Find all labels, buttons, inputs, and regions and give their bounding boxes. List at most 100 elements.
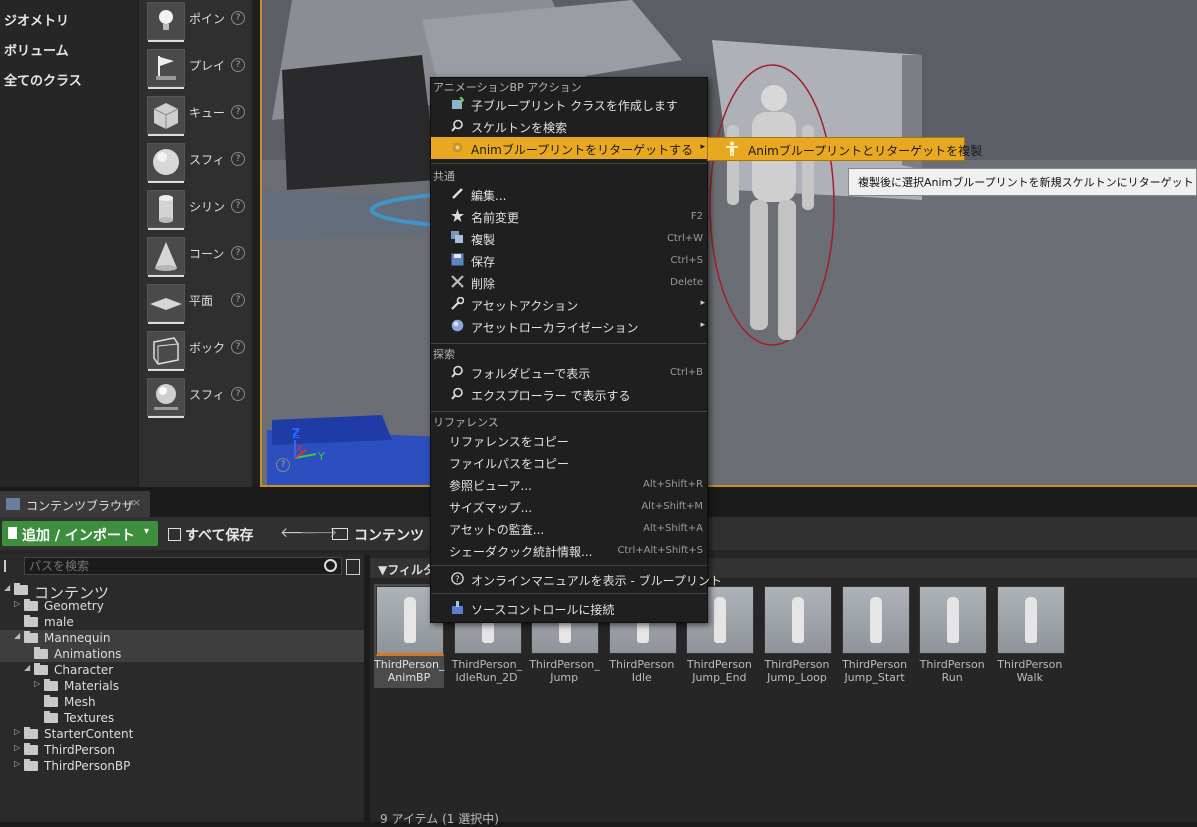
asset-name-line1: ThirdPerson — [919, 658, 985, 671]
path-breadcrumb[interactable]: コンテンツ — [332, 525, 424, 545]
filter-sources-icon[interactable] — [4, 560, 20, 572]
help-icon[interactable]: ? — [231, 293, 245, 307]
place-item-label: シリン — [189, 200, 226, 214]
menu-item-label: リファレンスをコピー — [449, 435, 569, 449]
menu-item-show-in-folder-view[interactable]: フォルダビューで表示 Ctrl+B — [431, 361, 707, 383]
asset-name-line2: Jump_Loop — [767, 671, 827, 684]
help-icon[interactable]: ? — [231, 387, 245, 401]
menu-item-connect-source-control[interactable]: ソースコントロールに接続 — [431, 597, 707, 619]
help-icon[interactable]: ? — [231, 246, 245, 260]
expand-arrow-icon[interactable]: ▷ — [14, 759, 20, 768]
menu-item-size-map[interactable]: サイズマップ... Alt+Shift+M — [431, 495, 707, 517]
collapse-arrow-icon[interactable]: ◢ — [24, 663, 30, 672]
tree-row[interactable]: male — [0, 614, 364, 630]
path-search-input[interactable] — [24, 557, 342, 575]
add-import-button[interactable]: 追加 / インポート ▾ — [2, 521, 158, 546]
menu-item-reference-viewer[interactable]: 参照ビューア... Alt+Shift+R — [431, 473, 707, 495]
menu-item-online-manual[interactable]: ? オンラインマニュアルを表示 - ブループリント — [431, 568, 722, 590]
asset-name-line2: Run — [941, 671, 963, 684]
collapse-arrow-icon[interactable]: ◢ — [14, 631, 20, 640]
menu-item-shader-cook-stats[interactable]: シェーダクック統計情報... Ctrl+Alt+Shift+S — [431, 539, 707, 561]
menu-item-copy-file-path[interactable]: ファイルパスをコピー — [431, 451, 707, 473]
level-viewport[interactable]: Z Z X Y ? — [260, 0, 1197, 487]
help-icon[interactable]: ? — [231, 105, 245, 119]
help-icon[interactable]: ? — [231, 152, 245, 166]
expand-arrow-icon[interactable]: ▷ — [14, 743, 20, 752]
tree-row-label: Mesh — [64, 695, 96, 709]
place-item-plane[interactable]: 平面 ? — [147, 282, 253, 326]
save-all-button[interactable]: すべて保存 — [168, 525, 253, 545]
place-item-player-start[interactable]: プレイ ? — [147, 47, 253, 91]
category-volumes[interactable]: ボリューム — [4, 40, 69, 59]
asset-name: ThirdPerson Jump_Loop — [762, 658, 832, 684]
expand-arrow-icon[interactable]: ▷ — [34, 679, 40, 688]
asset-name-line2: Walk — [1016, 671, 1043, 684]
tree-row[interactable]: Textures — [0, 710, 364, 726]
close-icon[interactable]: × — [132, 496, 141, 509]
asset-name-line1: ThirdPerson_ — [451, 658, 523, 671]
view-options-icon[interactable] — [346, 559, 360, 575]
tree-row-label: Textures — [64, 711, 115, 725]
help-icon[interactable]: ? — [231, 11, 245, 25]
menu-item-asset-localization[interactable]: アセットローカライゼーション ▸ — [431, 315, 707, 337]
menu-item-retarget-anim-blueprint[interactable]: Animブループリントをリターゲットする ▸ — [431, 137, 707, 159]
menu-item-create-child-blueprint[interactable]: 子ブループリント クラスを作成します — [431, 93, 707, 115]
place-panel-scrollbar[interactable] — [252, 0, 260, 487]
tree-row[interactable]: ▷ ThirdPersonBP — [0, 758, 364, 774]
help-icon[interactable]: ? — [231, 58, 245, 72]
place-item-label: キュー — [189, 106, 226, 120]
place-item-sphere[interactable]: スフィ ? — [147, 141, 253, 185]
place-item-cylinder[interactable]: シリン ? — [147, 188, 253, 232]
menu-item-shortcut: Ctrl+B — [669, 367, 703, 378]
tree-row[interactable]: ▷ StarterContent — [0, 726, 364, 742]
asset-tile[interactable]: ThirdPerson Jump_Start — [840, 584, 910, 688]
asset-name-line2: Jump_Start — [844, 671, 905, 684]
asset-name: ThirdPerson_ IdleRun_2D — [451, 658, 523, 684]
help-icon[interactable]: ? — [231, 340, 245, 354]
tree-row[interactable]: ◢ Mannequin — [0, 630, 364, 646]
folder-icon — [34, 647, 48, 659]
filter-button[interactable]: ▼フィルタ — [378, 561, 435, 578]
menu-item-find-skeleton[interactable]: スケルトンを検索 — [431, 115, 707, 137]
asset-tile[interactable]: ThirdPerson Run — [917, 584, 988, 688]
menu-item-duplicate-and-retarget[interactable]: Animブループリントとリターゲットを複製 — [708, 138, 982, 160]
tree-row[interactable]: ◢ Character — [0, 662, 364, 678]
collapse-arrow-icon[interactable]: ◢ — [4, 583, 10, 592]
section-explore: 探索 — [433, 348, 455, 361]
place-item-cone[interactable]: コーン ? — [147, 235, 253, 279]
place-item-label: ボック — [189, 341, 226, 355]
tree-row[interactable]: ▷ Geometry — [0, 598, 364, 614]
place-item-point-light[interactable]: ポイン ? — [147, 0, 253, 44]
expand-arrow-icon[interactable]: ▷ — [14, 727, 20, 736]
menu-item-delete[interactable]: 削除 Delete — [431, 271, 707, 293]
asset-name-line2: AnimBP — [387, 671, 431, 684]
tree-row[interactable]: ▷ Materials — [0, 678, 364, 694]
asset-tile[interactable]: ThirdPerson Jump_Loop — [762, 584, 832, 688]
place-item-box[interactable]: ボック ? — [147, 329, 253, 373]
menu-item-rename[interactable]: 名前変更 F2 — [431, 205, 707, 227]
help-icon[interactable]: ? — [231, 199, 245, 213]
place-item-sphere-reflection[interactable]: スフィ ? — [147, 376, 253, 420]
tree-row[interactable]: ▷ ThirdPerson — [0, 742, 364, 758]
menu-item-show-in-explorer[interactable]: エクスプローラー で表示する — [431, 383, 707, 405]
place-item-cube[interactable]: キュー ? — [147, 94, 253, 138]
tab-content-browser[interactable]: コンテンツブラウザ × — [0, 491, 150, 517]
tree-row-label: Animations — [54, 647, 122, 661]
menu-item-label: 編集... — [471, 189, 507, 203]
viewport-help-icon[interactable]: ? — [276, 458, 290, 472]
asset-tile[interactable]: ThirdPerson Walk — [995, 584, 1065, 688]
menu-item-copy-reference[interactable]: リファレンスをコピー — [431, 429, 707, 451]
expand-arrow-icon[interactable]: ▷ — [14, 599, 20, 608]
menu-item-label: 削除 — [471, 277, 496, 291]
category-geometry[interactable]: ジオメトリ — [4, 10, 69, 29]
category-all-classes[interactable]: 全てのクラス — [4, 70, 82, 89]
menu-item-save[interactable]: 保存 Ctrl+S — [431, 249, 707, 271]
menu-item-edit[interactable]: 編集... — [431, 183, 707, 205]
asset-name-line2: Jump_End — [692, 671, 747, 684]
create-child-icon — [452, 97, 464, 109]
tree-row[interactable]: Mesh — [0, 694, 364, 710]
menu-item-asset-actions[interactable]: アセットアクション ▸ — [431, 293, 707, 315]
menu-item-duplicate[interactable]: 複製 Ctrl+W — [431, 227, 707, 249]
menu-item-asset-audit[interactable]: アセットの監査... Alt+Shift+A — [431, 517, 707, 539]
tree-row[interactable]: Animations — [0, 646, 364, 662]
